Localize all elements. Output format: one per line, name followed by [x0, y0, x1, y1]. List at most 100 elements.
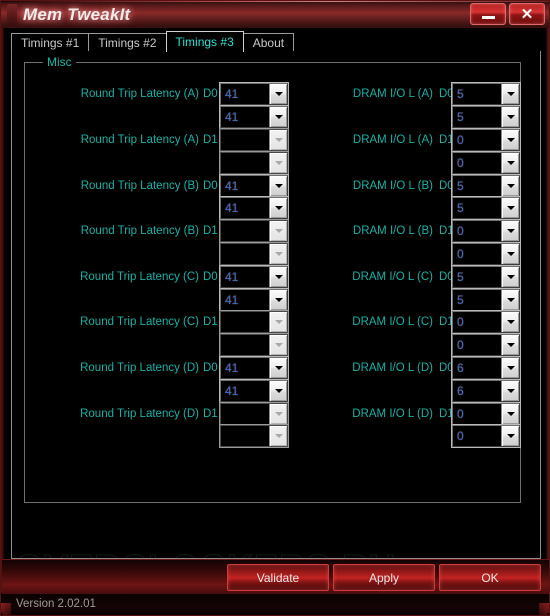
- chevron-down-icon[interactable]: [269, 107, 287, 128]
- setting-row: DRAM I/O L (A)D1R00: [287, 127, 521, 152]
- minimize-button[interactable]: [470, 3, 506, 25]
- tab-timings-1[interactable]: Timings #1: [11, 33, 90, 52]
- setting-row: DRAM I/O L (C)D1R00: [287, 310, 521, 335]
- setting-row: Round Trip Latency (A)D0R041: [25, 82, 289, 107]
- value-dropdown[interactable]: 5: [451, 82, 521, 107]
- value-dropdown[interactable]: 0: [451, 219, 521, 244]
- value-dropdown[interactable]: 41: [219, 378, 289, 403]
- value-dropdown[interactable]: 41: [219, 264, 289, 289]
- tab-timings-2[interactable]: Timings #2: [88, 33, 167, 52]
- chevron-down-icon[interactable]: [501, 403, 519, 424]
- chevron-down-icon[interactable]: [501, 357, 519, 378]
- setting-name-label: Round Trip Latency (A): [80, 133, 199, 146]
- setting-row: DRAM I/O L (D)D1R00: [287, 401, 521, 426]
- dropdown-value: 5: [453, 289, 501, 310]
- setting-name-label: DRAM I/O L (A): [352, 133, 433, 146]
- setting-row: R1: [25, 333, 289, 358]
- setting-row: R1: [25, 241, 289, 266]
- chevron-down-icon: [269, 152, 287, 173]
- setting-row: Round Trip Latency (D)D1R0: [25, 401, 289, 426]
- window-edge-right: [546, 28, 549, 593]
- value-dropdown[interactable]: 5: [451, 287, 521, 312]
- chevron-down-icon[interactable]: [501, 107, 519, 128]
- chevron-down-icon[interactable]: [501, 198, 519, 219]
- chevron-down-icon[interactable]: [501, 129, 519, 150]
- chevron-down-icon[interactable]: [269, 175, 287, 196]
- dropdown-value: 41: [221, 380, 269, 401]
- setting-row: DRAM I/O L (B)D0R05: [287, 173, 521, 198]
- setting-name-label: DRAM I/O L (D): [352, 407, 433, 420]
- tab-timings-3[interactable]: Timings #3: [165, 31, 244, 52]
- value-dropdown[interactable]: 0: [451, 401, 521, 426]
- chevron-down-icon[interactable]: [501, 152, 519, 173]
- chevron-down-icon[interactable]: [269, 380, 287, 401]
- value-dropdown[interactable]: 6: [451, 355, 521, 380]
- chevron-down-icon[interactable]: [501, 243, 519, 264]
- value-dropdown: [219, 333, 289, 358]
- close-button[interactable]: ✕: [509, 3, 545, 25]
- setting-name-label: DRAM I/O L (B): [352, 225, 433, 238]
- setting-row: R141: [25, 105, 289, 130]
- setting-row: R16: [287, 378, 521, 403]
- value-dropdown[interactable]: 0: [451, 127, 521, 152]
- chevron-down-icon[interactable]: [269, 289, 287, 310]
- chevron-down-icon[interactable]: [501, 175, 519, 196]
- value-dropdown[interactable]: 41: [219, 196, 289, 221]
- dropdown-value: 41: [221, 84, 269, 105]
- chevron-down-icon[interactable]: [501, 221, 519, 242]
- value-dropdown[interactable]: 6: [451, 378, 521, 403]
- setting-row: R1: [25, 424, 289, 449]
- value-dropdown[interactable]: 5: [451, 173, 521, 198]
- value-dropdown[interactable]: 41: [219, 355, 289, 380]
- setting-row: R141: [25, 196, 289, 221]
- value-dropdown[interactable]: 5: [451, 105, 521, 130]
- setting-row: Round Trip Latency (B)D1R0: [25, 219, 289, 244]
- setting-name-label: Round Trip Latency (A): [80, 88, 199, 101]
- setting-row: DRAM I/O L (A)D0R05: [287, 82, 521, 107]
- value-dropdown[interactable]: 0: [451, 424, 521, 449]
- value-dropdown[interactable]: 0: [451, 310, 521, 335]
- setting-row: R15: [287, 196, 521, 221]
- chevron-down-icon[interactable]: [269, 266, 287, 287]
- chevron-down-icon[interactable]: [501, 84, 519, 105]
- dropdown-value: 6: [453, 357, 501, 378]
- setting-row: R1: [25, 150, 289, 175]
- title-bar: Mem TweakIt ✕: [1, 1, 549, 28]
- apply-button[interactable]: Apply: [333, 564, 435, 591]
- setting-row: Round Trip Latency (A)D1R0: [25, 127, 289, 152]
- value-dropdown: [219, 310, 289, 335]
- value-dropdown[interactable]: 5: [451, 264, 521, 289]
- tab-page-timings-3: Misc Round Trip Latency (A)D0R041R141Rou…: [11, 51, 541, 559]
- validate-button[interactable]: Validate: [227, 564, 329, 591]
- chevron-down-icon[interactable]: [269, 198, 287, 219]
- chevron-down-icon[interactable]: [501, 380, 519, 401]
- window-corner-left: [1, 603, 11, 615]
- chevron-down-icon[interactable]: [501, 312, 519, 333]
- tab-about[interactable]: About: [242, 33, 295, 52]
- value-dropdown[interactable]: 41: [219, 173, 289, 198]
- value-dropdown[interactable]: 5: [451, 196, 521, 221]
- setting-row: Round Trip Latency (C)D0R041: [25, 264, 289, 289]
- chevron-down-icon[interactable]: [269, 357, 287, 378]
- value-dropdown[interactable]: 41: [219, 287, 289, 312]
- dropdown-value: 41: [221, 198, 269, 219]
- value-dropdown[interactable]: 0: [451, 333, 521, 358]
- value-dropdown[interactable]: 0: [451, 241, 521, 266]
- dropdown-value: [221, 129, 269, 150]
- titlebar-ornament-icon: [7, 4, 17, 25]
- chevron-down-icon[interactable]: [501, 335, 519, 356]
- dropdown-value: [221, 426, 269, 447]
- value-dropdown[interactable]: 0: [451, 150, 521, 175]
- chevron-down-icon[interactable]: [501, 289, 519, 310]
- dropdown-value: [221, 335, 269, 356]
- setting-row: DRAM I/O L (B)D1R00: [287, 219, 521, 244]
- ok-button[interactable]: OK: [439, 564, 541, 591]
- setting-name-label: Round Trip Latency (D): [80, 361, 199, 374]
- chevron-down-icon[interactable]: [501, 266, 519, 287]
- chevron-down-icon[interactable]: [269, 84, 287, 105]
- value-dropdown[interactable]: 41: [219, 82, 289, 107]
- chevron-down-icon: [269, 426, 287, 447]
- value-dropdown[interactable]: 41: [219, 105, 289, 130]
- chevron-down-icon[interactable]: [501, 426, 519, 447]
- dropdown-value: 5: [453, 198, 501, 219]
